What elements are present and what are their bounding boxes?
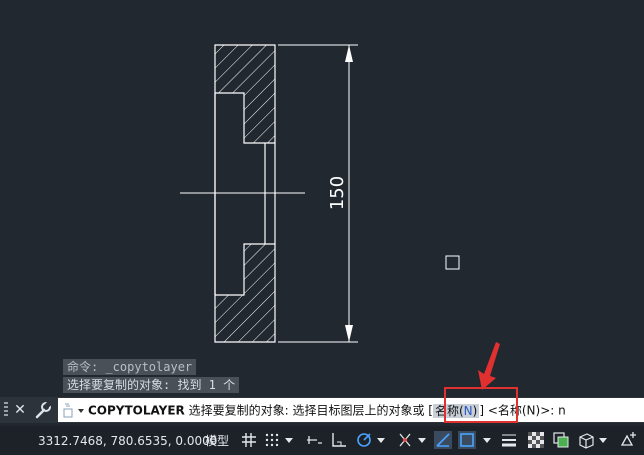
command-line-bar: ✕ COPYTOLAYER 选择要复制的对象: 选择目标图层上的对象或 [名称(…: [0, 397, 644, 423]
3d-osnap-icon[interactable]: [577, 431, 595, 449]
dimension-text: 150: [327, 176, 348, 210]
command-history-line: 选择要复制的对象: 找到 1 个: [63, 377, 240, 393]
status-bar: 3312.7468, 780.6535, 0.0000 模型: [0, 426, 644, 455]
chevron-down-icon[interactable]: [284, 434, 294, 446]
snap-grid-icon[interactable]: [263, 431, 281, 449]
selection-cycling-icon[interactable]: [552, 431, 570, 449]
dynamic-ucs-icon[interactable]: [434, 431, 452, 449]
chevron-down-icon[interactable]: [598, 434, 608, 446]
chevron-down-icon[interactable]: [417, 434, 427, 446]
annotation-highlight-box: [444, 387, 518, 423]
annotation-icon[interactable]: [620, 431, 638, 449]
recent-commands-icon[interactable]: [58, 399, 88, 423]
polar-tracking-icon[interactable]: [355, 431, 373, 449]
drawing-canvas[interactable]: 150: [0, 0, 644, 395]
coordinates-readout[interactable]: 3312.7468, 780.6535, 0.0000: [38, 433, 217, 449]
pickbox-cursor: [445, 255, 460, 270]
object-snap-icon[interactable]: [458, 431, 476, 449]
model-space-button[interactable]: 模型: [202, 432, 232, 450]
chevron-down-icon[interactable]: [482, 434, 492, 446]
isodraft-icon[interactable]: [396, 431, 414, 449]
hatched-part[interactable]: [200, 40, 290, 350]
chevron-down-icon[interactable]: [376, 434, 386, 446]
annotation-arrow-icon: [478, 342, 500, 390]
lineweight-icon[interactable]: [500, 431, 518, 449]
command-history-line: 命令: _copytolayer: [63, 359, 197, 375]
transparency-icon[interactable]: [527, 431, 545, 449]
grid-icon[interactable]: [240, 431, 258, 449]
command-input[interactable]: COPYTOLAYER 选择要复制的对象: 选择目标图层上的对象或 [名称(N)…: [58, 398, 644, 422]
infer-constraints-icon[interactable]: [305, 431, 323, 449]
ortho-icon[interactable]: [330, 431, 348, 449]
command-prompt: 选择要复制的对象: 选择目标图层上的对象或 [: [184, 403, 433, 418]
close-icon[interactable]: ✕: [12, 400, 28, 420]
drag-grip-icon[interactable]: [4, 402, 8, 418]
wrench-icon[interactable]: [33, 400, 53, 420]
command-name: COPYTOLAYER: [88, 403, 185, 418]
